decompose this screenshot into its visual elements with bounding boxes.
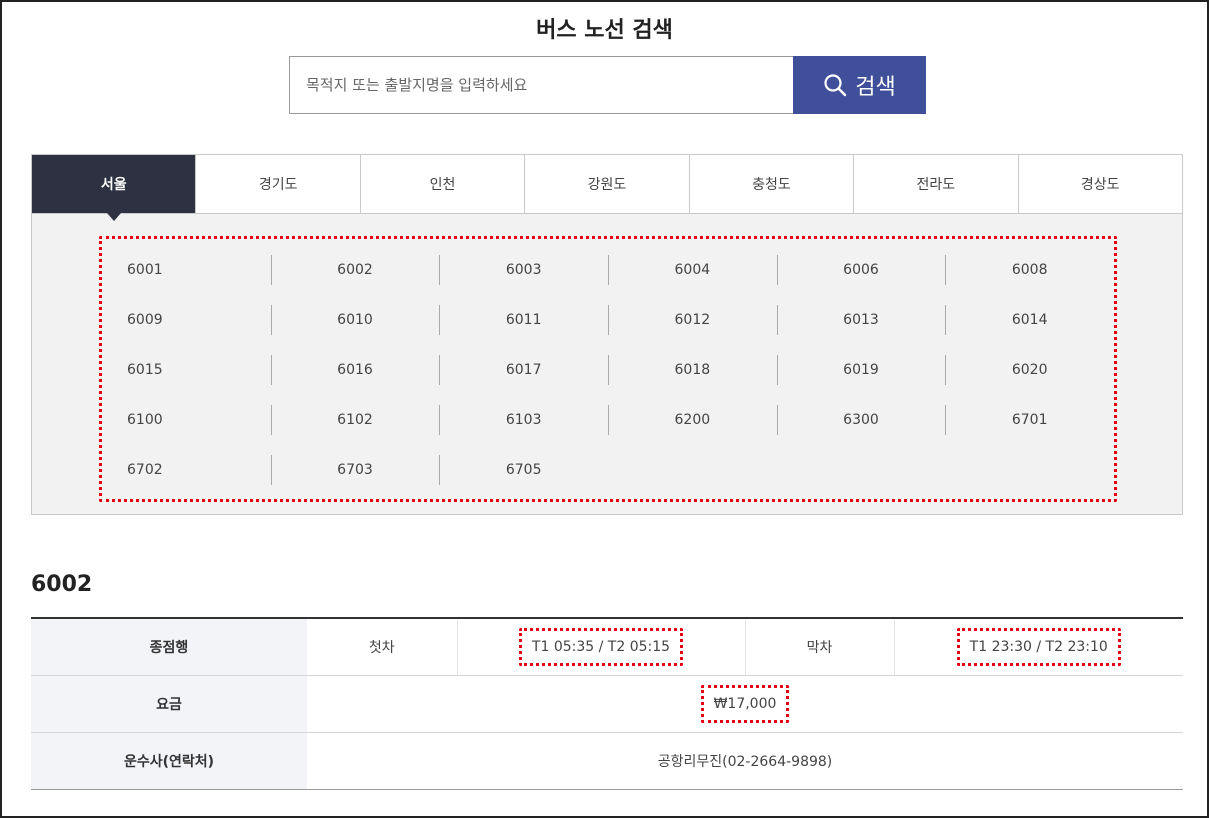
- route-link[interactable]: 6015: [102, 345, 271, 395]
- table-row: 요금 ₩17,000: [31, 675, 1183, 733]
- operator-value: 공항리무진(02-2664-9898): [307, 732, 1183, 790]
- route-link[interactable]: 6019: [776, 345, 946, 395]
- search-input[interactable]: [289, 56, 793, 114]
- route-link[interactable]: 6703: [270, 445, 440, 495]
- route-link[interactable]: 6702: [102, 445, 271, 495]
- last-bus-cell: T1 23:30 / T2 23:10: [894, 618, 1183, 676]
- first-bus-label: 첫차: [307, 618, 458, 676]
- route-link[interactable]: 6300: [776, 395, 946, 445]
- route-link[interactable]: 6006: [776, 245, 946, 295]
- route-link[interactable]: 6018: [608, 345, 777, 395]
- route-link[interactable]: 6012: [608, 295, 777, 345]
- tab-gyeongsang[interactable]: 경상도: [1017, 155, 1182, 213]
- first-bus-cell: T1 05:35 / T2 05:15: [457, 618, 746, 676]
- direction-header: 종점행: [31, 618, 307, 676]
- tab-jeolla[interactable]: 전라도: [853, 155, 1018, 213]
- route-link[interactable]: 6011: [439, 295, 608, 345]
- tab-gangwon[interactable]: 강원도: [524, 155, 689, 213]
- route-link[interactable]: 6013: [776, 295, 946, 345]
- tab-gyeonggi[interactable]: 경기도: [195, 155, 360, 213]
- route-grid: 6001 6002 6003 6004 6006 6008 6009 6010 …: [102, 245, 1114, 495]
- route-link[interactable]: 6004: [608, 245, 777, 295]
- tab-seoul[interactable]: 서울: [32, 155, 196, 221]
- route-link[interactable]: 6008: [945, 245, 1114, 295]
- search-bar: 검색: [289, 56, 926, 114]
- route-link[interactable]: 6003: [439, 245, 608, 295]
- fare-header: 요금: [31, 675, 307, 733]
- search-button[interactable]: 검색: [793, 56, 926, 114]
- route-info-table: 종점행 첫차 T1 05:35 / T2 05:15 막차 T1 23:30 /…: [31, 617, 1183, 790]
- search-button-label: 검색: [855, 75, 896, 100]
- route-link[interactable]: 6705: [439, 445, 608, 495]
- route-link[interactable]: 6002: [270, 245, 440, 295]
- route-link[interactable]: 6701: [945, 395, 1114, 445]
- route-link[interactable]: 6016: [270, 345, 440, 395]
- tab-chungcheong[interactable]: 충청도: [688, 155, 854, 213]
- first-bus-time: T1 05:35 / T2 05:15: [518, 627, 684, 666]
- route-detail-title: 6002: [31, 572, 93, 597]
- fare-cell: ₩17,000: [307, 675, 1183, 733]
- last-bus-time: T1 23:30 / T2 23:10: [956, 627, 1121, 666]
- tab-incheon[interactable]: 인천: [359, 155, 525, 213]
- region-panel: 서울 경기도 인천 강원도 충청도 전라도 경상도 6001 6002 6003…: [31, 154, 1183, 515]
- route-link[interactable]: 6102: [270, 395, 440, 445]
- route-link[interactable]: 6017: [439, 345, 608, 395]
- table-row: 종점행 첫차 T1 05:35 / T2 05:15 막차 T1 23:30 /…: [31, 618, 1183, 676]
- last-bus-label: 막차: [745, 618, 895, 676]
- route-link[interactable]: 6200: [608, 395, 777, 445]
- fare-value: ₩17,000: [700, 684, 790, 723]
- search-icon: [823, 73, 847, 97]
- route-link[interactable]: 6001: [102, 245, 271, 295]
- route-link[interactable]: 6014: [945, 295, 1114, 345]
- route-link[interactable]: 6020: [945, 345, 1114, 395]
- route-list-highlight: 6001 6002 6003 6004 6006 6008 6009 6010 …: [99, 236, 1117, 502]
- route-link[interactable]: 6010: [270, 295, 440, 345]
- table-row: 운수사(연락처) 공항리무진(02-2664-9898): [31, 732, 1183, 790]
- operator-header: 운수사(연락처): [31, 732, 307, 790]
- page-title: 버스 노선 검색: [536, 18, 673, 43]
- region-tabs: 서울 경기도 인천 강원도 충청도 전라도 경상도: [32, 155, 1182, 221]
- route-link[interactable]: 6103: [439, 395, 608, 445]
- route-link[interactable]: 6009: [102, 295, 271, 345]
- route-link[interactable]: 6100: [102, 395, 271, 445]
